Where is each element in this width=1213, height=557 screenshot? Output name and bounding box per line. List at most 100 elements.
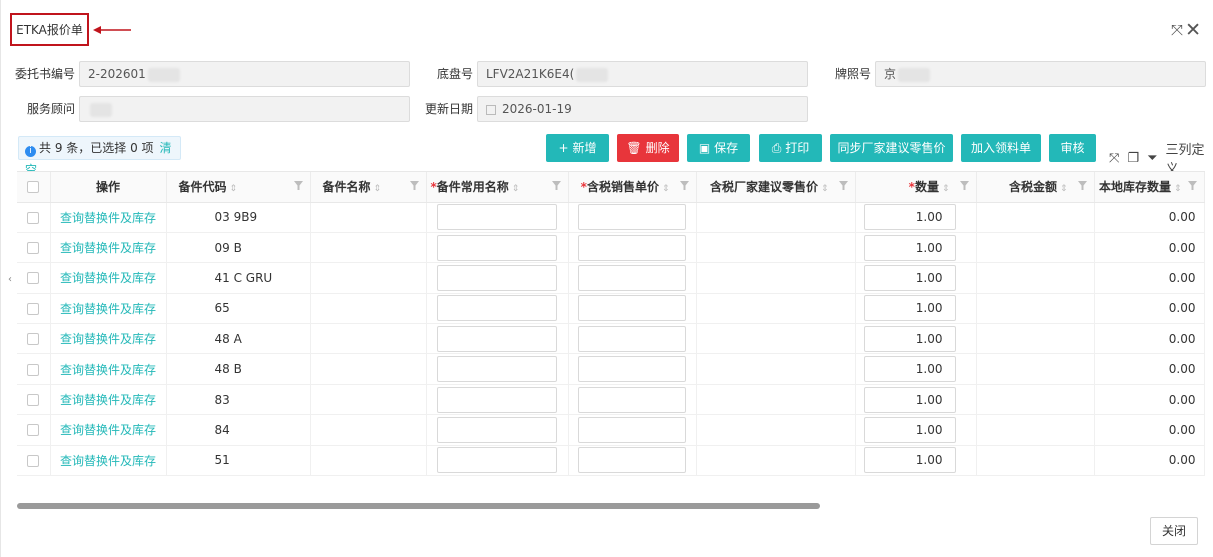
- common-name-input[interactable]: [437, 325, 557, 352]
- plate-field[interactable]: 京: [875, 61, 1206, 87]
- row-select-cell[interactable]: [17, 232, 51, 264]
- row-checkbox[interactable]: [27, 272, 40, 285]
- tax-price-input[interactable]: [578, 295, 686, 322]
- sort-icon[interactable]: ⇕: [374, 184, 382, 194]
- tax-price-input[interactable]: [578, 325, 686, 352]
- sort-icon[interactable]: ⇕: [1060, 184, 1068, 194]
- query-replacement-link[interactable]: 查询替换件及库存: [60, 302, 156, 316]
- table-row[interactable]: 查询替换件及库存 65 1.00 0.00: [17, 293, 1205, 325]
- row-select-cell[interactable]: [17, 414, 51, 446]
- copy-icon[interactable]: ❐: [1127, 151, 1139, 166]
- qty-input[interactable]: 1.00: [863, 386, 956, 413]
- col-qty[interactable]: *数量 ⇕: [855, 172, 977, 203]
- col-common-name[interactable]: *备件常用名称 ⇕: [426, 172, 569, 203]
- sort-icon[interactable]: ⇕: [230, 184, 238, 194]
- sort-icon[interactable]: ⇕: [1174, 184, 1182, 194]
- add-button[interactable]: + 新增: [546, 134, 609, 162]
- sort-icon[interactable]: ⇕: [512, 184, 520, 194]
- col-retail-price[interactable]: 含税厂家建议零售价 ⇕: [696, 172, 856, 203]
- row-select-cell[interactable]: [17, 293, 51, 325]
- sort-icon[interactable]: ⇕: [821, 184, 829, 194]
- query-replacement-link[interactable]: 查询替换件及库存: [60, 211, 156, 225]
- qty-input[interactable]: 1.00: [863, 416, 956, 443]
- qty-input[interactable]: 1.00: [863, 356, 956, 383]
- row-select-cell[interactable]: [17, 384, 51, 416]
- row-checkbox[interactable]: [27, 302, 40, 315]
- fullscreen-icon[interactable]: ⤧: [1171, 20, 1183, 40]
- common-name-input[interactable]: [437, 264, 557, 291]
- row-checkbox[interactable]: [27, 211, 40, 224]
- sync-retail-price-button[interactable]: 同步厂家建议零售价: [830, 134, 953, 162]
- col-tax-price[interactable]: *含税销售单价 ⇕: [568, 172, 697, 203]
- common-name-input[interactable]: [437, 295, 557, 322]
- query-replacement-link[interactable]: 查询替换件及库存: [60, 363, 156, 377]
- audit-button[interactable]: 审核: [1049, 134, 1096, 162]
- tax-price-input[interactable]: [578, 447, 686, 474]
- sort-icon[interactable]: ⇕: [662, 184, 670, 194]
- row-select-cell[interactable]: [17, 323, 51, 355]
- advisor-field[interactable]: [79, 96, 410, 122]
- query-replacement-link[interactable]: 查询替换件及库存: [60, 454, 156, 468]
- row-checkbox[interactable]: [27, 454, 40, 467]
- query-replacement-link[interactable]: 查询替换件及库存: [60, 423, 156, 437]
- table-row[interactable]: 查询替换件及库存 09 B 1.00 0.00: [17, 232, 1205, 264]
- update-date-field[interactable]: 2026-01-19: [477, 96, 808, 122]
- common-name-input[interactable]: [437, 356, 557, 383]
- query-replacement-link[interactable]: 查询替换件及库存: [60, 332, 156, 346]
- col-stock[interactable]: 本地库存数量 ⇕: [1094, 172, 1205, 203]
- table-row[interactable]: 查询替换件及库存 48 B 1.00 0.00: [17, 353, 1205, 385]
- qty-input[interactable]: 1.00: [863, 295, 956, 322]
- common-name-input[interactable]: [437, 204, 557, 231]
- filter-icon[interactable]: [1187, 181, 1197, 190]
- print-button[interactable]: ⎙ 打印: [759, 134, 822, 162]
- add-material-button[interactable]: 加入领料单: [961, 134, 1041, 162]
- filter-icon[interactable]: [293, 181, 303, 190]
- table-row[interactable]: 查询替换件及库存 84 1.00 0.00: [17, 414, 1205, 446]
- filter-icon[interactable]: [838, 181, 848, 190]
- row-select-cell[interactable]: [17, 445, 51, 477]
- row-checkbox[interactable]: [27, 333, 40, 346]
- tax-price-input[interactable]: [578, 416, 686, 443]
- close-icon[interactable]: ✕: [1185, 20, 1201, 40]
- common-name-input[interactable]: [437, 386, 557, 413]
- close-button[interactable]: 关闭: [1150, 517, 1198, 545]
- row-checkbox[interactable]: [27, 242, 40, 255]
- table-row[interactable]: 查询替换件及库存 51 1.00 0.00: [17, 445, 1205, 477]
- common-name-input[interactable]: [437, 234, 557, 261]
- qty-input[interactable]: 1.00: [863, 325, 956, 352]
- table-row[interactable]: 查询替换件及库存 03 9B9 1.00 0.00: [17, 202, 1205, 233]
- save-button[interactable]: ▣ 保存: [687, 134, 750, 162]
- row-select-cell[interactable]: [17, 353, 51, 385]
- col-name[interactable]: 备件名称 ⇕: [310, 172, 427, 203]
- filter-icon[interactable]: [1077, 181, 1087, 190]
- chassis-field[interactable]: LFV2A21K6E4(: [477, 61, 808, 87]
- tax-price-input[interactable]: [578, 234, 686, 261]
- delete-button[interactable]: 🗑 删除: [617, 134, 679, 162]
- filter-icon[interactable]: [551, 181, 561, 190]
- col-amount[interactable]: 含税金额 ⇕: [976, 172, 1095, 203]
- qty-input[interactable]: 1.00: [863, 447, 956, 474]
- query-replacement-link[interactable]: 查询替换件及库存: [60, 241, 156, 255]
- table-row[interactable]: 查询替换件及库存 48 A 1.00 0.00: [17, 323, 1205, 355]
- tax-price-input[interactable]: [578, 204, 686, 231]
- common-name-input[interactable]: [437, 416, 557, 443]
- row-select-cell[interactable]: [17, 262, 51, 294]
- qty-input[interactable]: 1.00: [863, 204, 956, 231]
- tax-price-input[interactable]: [578, 264, 686, 291]
- row-checkbox[interactable]: [27, 424, 40, 437]
- tax-price-input[interactable]: [578, 356, 686, 383]
- sort-icon[interactable]: ⇕: [942, 184, 950, 194]
- expand-icon[interactable]: ⤧: [1109, 151, 1119, 166]
- select-all-cell[interactable]: [17, 172, 51, 203]
- qty-input[interactable]: 1.00: [863, 264, 956, 291]
- qty-input[interactable]: 1.00: [863, 234, 956, 261]
- horizontal-scrollbar[interactable]: [17, 503, 820, 509]
- filter-icon[interactable]: [959, 181, 969, 190]
- row-checkbox[interactable]: [27, 394, 40, 407]
- col-code[interactable]: 备件代码 ⇕: [166, 172, 311, 203]
- query-replacement-link[interactable]: 查询替换件及库存: [60, 393, 156, 407]
- common-name-input[interactable]: [437, 447, 557, 474]
- select-all-checkbox[interactable]: [27, 181, 40, 194]
- filter-icon[interactable]: ⏷: [1147, 151, 1157, 166]
- filter-icon[interactable]: [679, 181, 689, 190]
